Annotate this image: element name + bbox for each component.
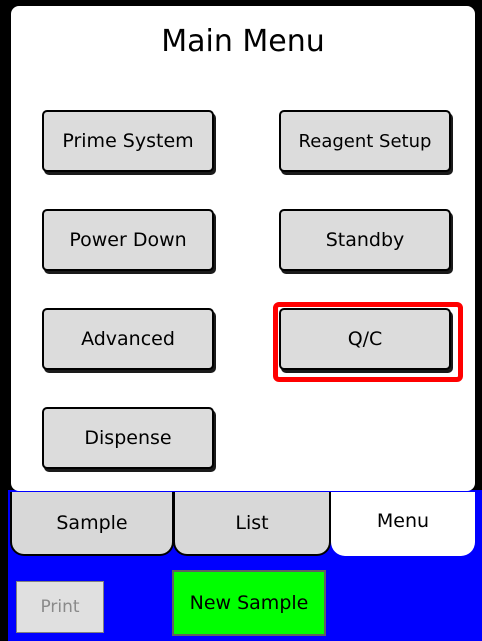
- reagent-setup-button[interactable]: Reagent Setup: [279, 110, 451, 172]
- qc-highlight-box: [273, 302, 463, 382]
- tab-sample[interactable]: Sample: [10, 492, 174, 556]
- page-title: Main Menu: [161, 24, 325, 59]
- advanced-button[interactable]: Advanced: [42, 308, 214, 370]
- standby-button[interactable]: Standby: [279, 209, 451, 271]
- main-menu-panel: Main Menu Prime System Power Down Advanc…: [11, 6, 475, 491]
- power-down-button[interactable]: Power Down: [42, 209, 214, 271]
- new-sample-button[interactable]: New Sample: [172, 570, 326, 636]
- tab-list[interactable]: List: [173, 492, 331, 556]
- prime-system-button[interactable]: Prime System: [42, 110, 214, 172]
- tab-menu[interactable]: Menu: [331, 492, 475, 556]
- dispense-button[interactable]: Dispense: [42, 407, 214, 469]
- print-button[interactable]: Print: [16, 581, 104, 633]
